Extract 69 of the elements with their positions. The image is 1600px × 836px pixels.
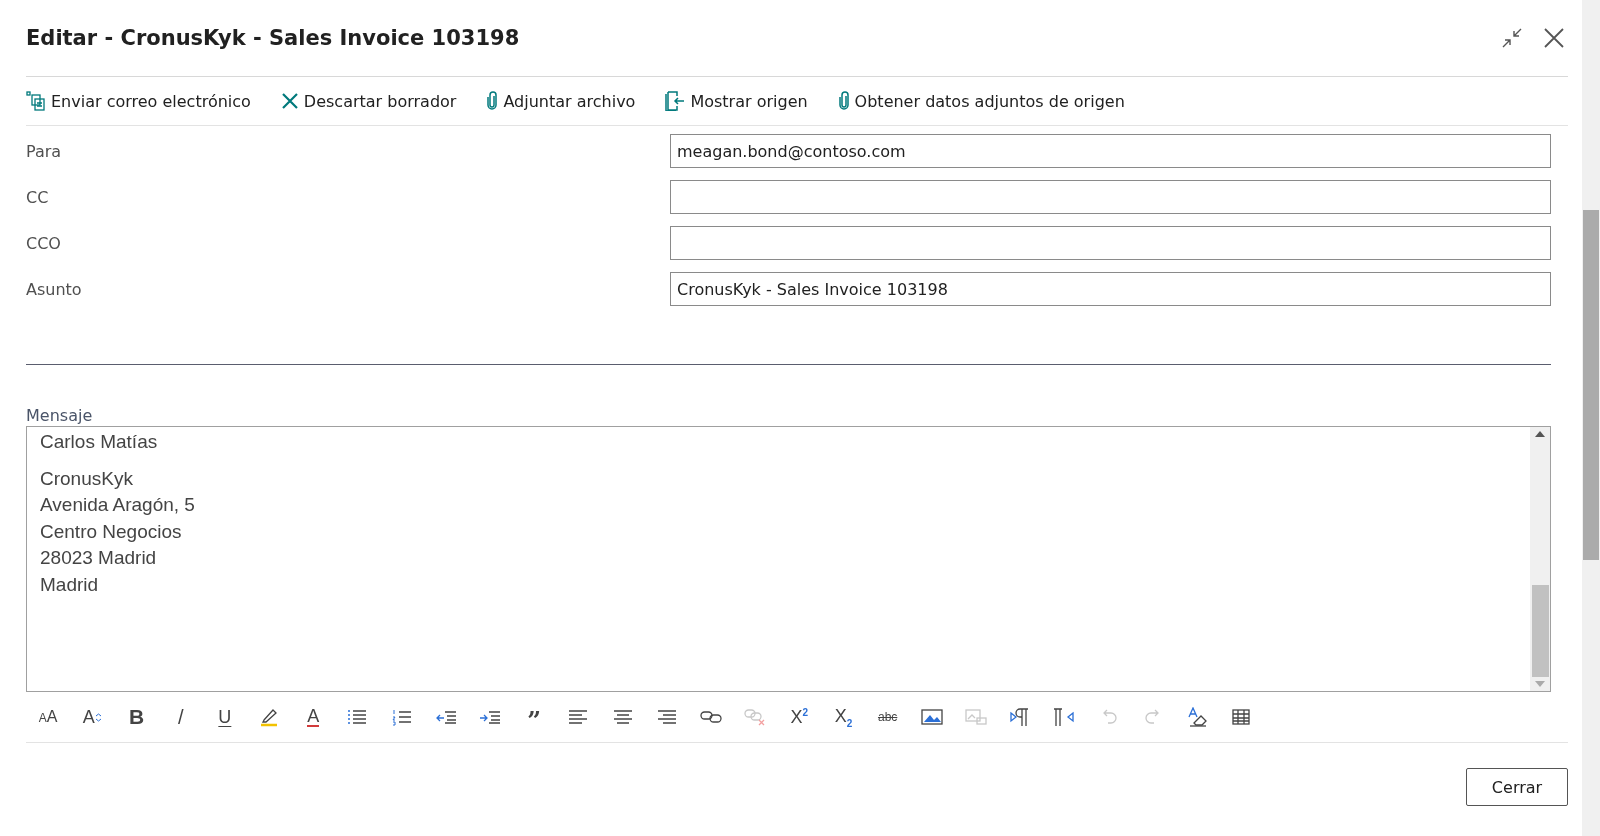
toolbar-button[interactable]: / [158,700,203,734]
link-icon [699,709,722,725]
toolbar-button[interactable]: abc [865,700,910,734]
table-icon [1232,709,1251,725]
image-icon [920,708,943,726]
field-label: CC [26,187,50,207]
toolbar-button[interactable]: B [114,700,159,734]
action-button[interactable]: Descartar borrador [280,91,457,111]
message-line: 28023 Madrid [40,546,157,570]
input-field[interactable] [670,226,1551,260]
message-line: CronusKyk [40,466,133,491]
message-line: Avenida Aragón, 5 [40,493,195,517]
action-button[interactable]: Enviar correo electrónico [26,91,251,111]
numbered-list-icon [391,708,412,726]
right-to-left-icon [1053,707,1076,727]
message-line: Carlos Matías [40,430,158,454]
message-label: Mensaje [26,406,93,425]
action-button[interactable]: Adjuntar archivo [486,91,636,111]
highlighter-icon [259,707,280,727]
field-label: CCO [26,233,62,253]
collapse-icon[interactable] [1502,28,1522,48]
tool-glyph: U [218,706,232,728]
caret-icon [94,712,102,722]
close-button[interactable]: Cerrar [1466,768,1568,806]
tool-glyph: A [307,707,320,727]
tool-glyph: B [128,705,145,729]
tool-glyph: ” [527,708,542,726]
email-icon [26,91,46,111]
field-label: Asunto [26,279,83,299]
toolbar-button[interactable]: AA [26,700,71,734]
paperclip-icon [837,91,850,111]
tool-glyph: AA [38,708,58,726]
field-label: Para [26,141,63,161]
toolbar-button[interactable]: ” [512,700,557,734]
input-field[interactable]: meagan.bond@contoso.com [670,134,1551,168]
message-line: Madrid [40,572,99,597]
eraser-icon [1185,707,1208,727]
input-field[interactable]: CronusKyk - Sales Invoice 103198 [670,272,1551,306]
toolbar-button[interactable]: U [202,700,247,734]
page-arrow-icon [665,91,686,111]
page-scrollbar[interactable] [1582,0,1600,836]
indent-icon [478,710,501,724]
tool-glyph: X$_{2}$ [834,705,853,729]
toolbar-button[interactable]: A [291,700,336,734]
unlink-icon [744,708,767,726]
tool-glyph: / [177,705,184,729]
input-field[interactable] [670,180,1551,214]
toolbar-button[interactable]: X$^{2}$ [777,700,822,734]
tool-glyph: A [82,706,95,728]
tool-glyph: X$^{2}$ [790,706,809,728]
tool-glyph: abc [877,710,898,724]
action-button[interactable]: Mostrar origen [665,91,808,111]
align-right-icon [656,709,677,725]
bullet-list-icon [347,709,368,725]
message-line: Centro Negocios [40,519,182,544]
image-edit-icon [965,708,988,726]
close-icon [280,92,299,110]
up-arrow-icon[interactable] [1535,431,1545,437]
close-icon[interactable] [1544,28,1564,48]
dialog-title: Editar - CronusKyk - Sales Invoice 103198 [26,26,520,50]
scrollbar[interactable] [1530,427,1550,691]
align-left-icon [568,709,589,725]
outdent-icon [434,710,457,724]
toolbar-button[interactable]: A [70,700,115,734]
action-button[interactable]: Obtener datos adjuntos de origen [837,91,1125,111]
align-center-icon [612,709,633,725]
toolbar-button[interactable]: X$_{2}$ [821,700,866,734]
message-editor[interactable]: Carlos Matías CronusKyk Avenida Aragón, 5 Centro Negocios 28023 Madrid Madrid [26,426,1551,692]
paperclip-icon [486,91,499,111]
